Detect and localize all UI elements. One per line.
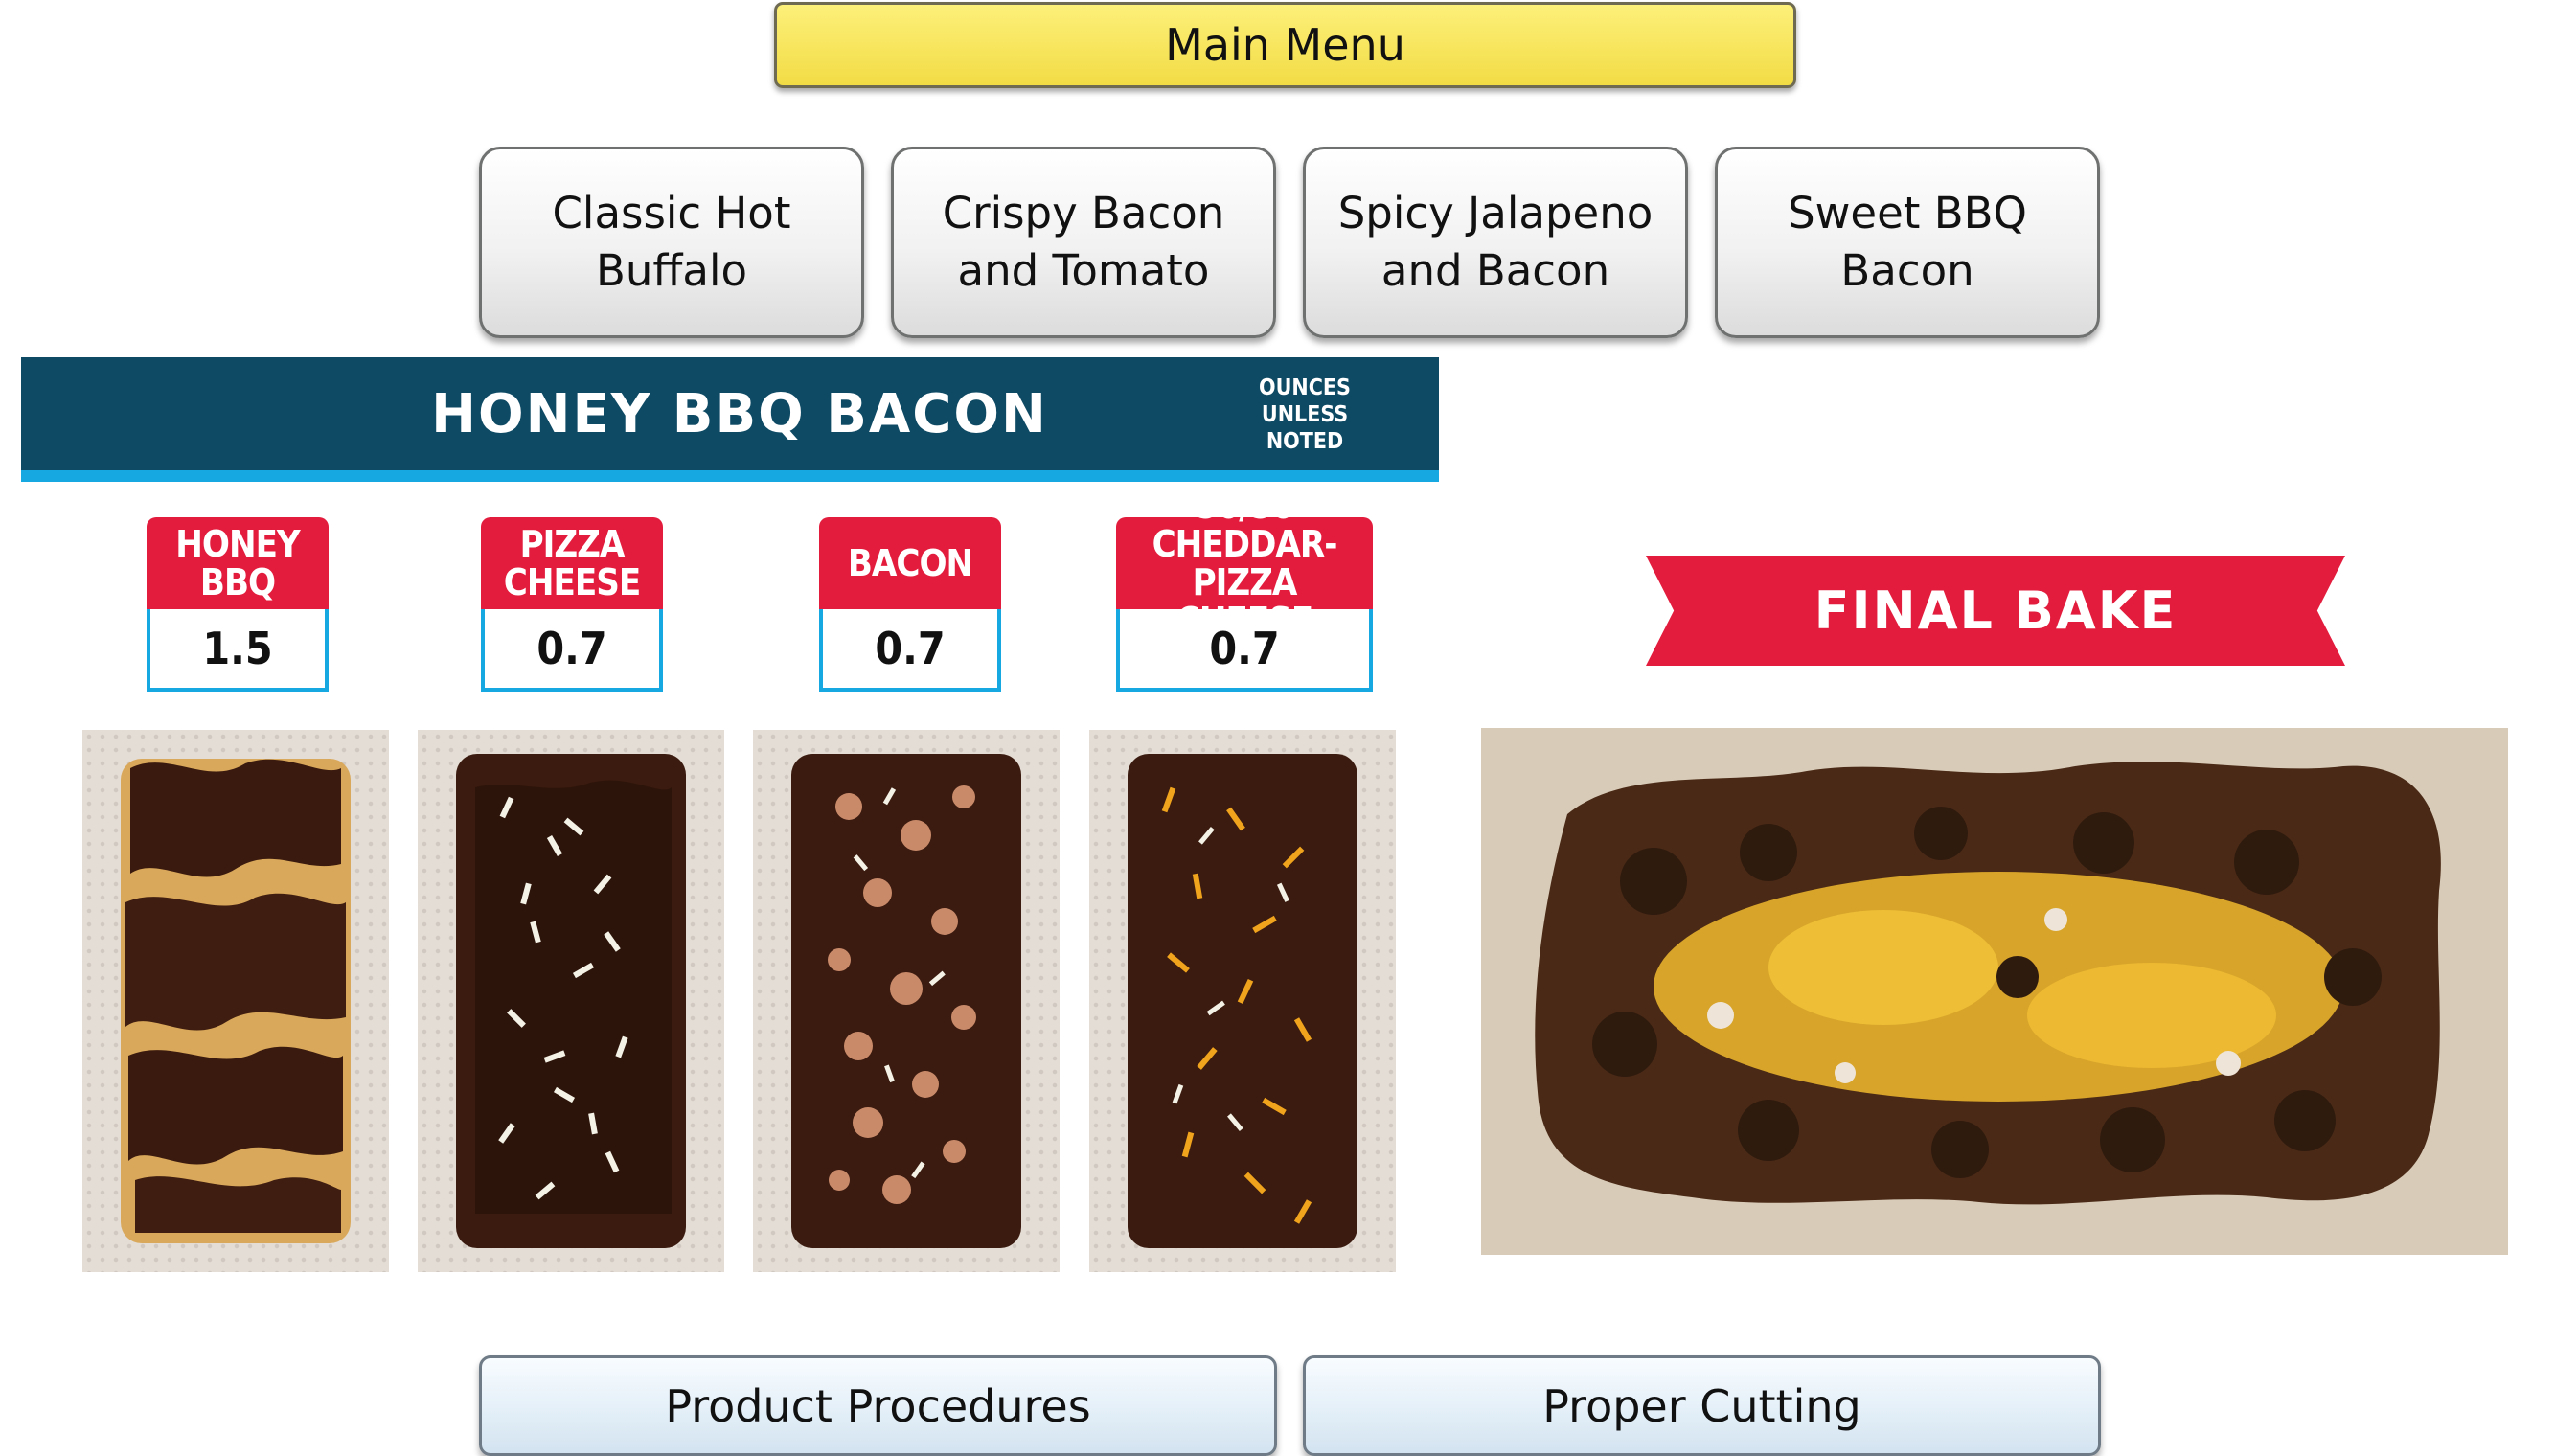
ingredient-tag-pizza-cheese: PIZZA CHEESE 0.7 <box>481 517 663 692</box>
ingredient-tag-cheddar-pizza-cheese: 50/50 CHEDDAR-PIZZA CHEESE 0.7 <box>1116 487 1373 692</box>
ingredient-amount: 1.5 <box>147 609 329 692</box>
product-procedures-button[interactable]: Product Procedures <box>479 1355 1277 1456</box>
step-photo-honey-bbq <box>82 730 389 1272</box>
recipe-button-classic-hot-buffalo[interactable]: Classic Hot Buffalo <box>479 147 864 338</box>
step-photo-cheddar-cheese <box>1089 730 1396 1272</box>
final-bake-photo <box>1481 728 2508 1255</box>
units-note: OUNCES UNLESS NOTED <box>1259 375 1351 454</box>
recipe-button-spicy-jalapeno-bacon[interactable]: Spicy Jalapeno and Bacon <box>1303 147 1688 338</box>
recipe-button-crispy-bacon-tomato[interactable]: Crispy Bacon and Tomato <box>891 147 1276 338</box>
proper-cutting-button[interactable]: Proper Cutting <box>1303 1355 2101 1456</box>
recipe-header-bar: HONEY BBQ BACON OUNCES UNLESS NOTED <box>21 357 1439 482</box>
step-photo-bacon <box>753 730 1060 1272</box>
ingredient-tag-bacon: BACON 0.7 <box>819 517 1001 692</box>
final-bake-banner: FINAL BAKE <box>1646 556 2345 666</box>
ingredient-name: HONEY BBQ <box>147 517 329 609</box>
ingredient-name: PIZZA CHEESE <box>481 517 663 609</box>
main-menu-button[interactable]: Main Menu <box>774 2 1796 88</box>
ingredient-amount: 0.7 <box>481 609 663 692</box>
step-photo-pizza-cheese <box>418 730 724 1272</box>
ingredient-name: 50/50 CHEDDAR-PIZZA CHEESE <box>1116 487 1373 640</box>
ingredient-tag-honey-bbq: HONEY BBQ 1.5 <box>147 517 329 692</box>
ingredient-name: BACON <box>819 517 1001 609</box>
recipe-button-sweet-bbq-bacon[interactable]: Sweet BBQ Bacon <box>1715 147 2100 338</box>
ingredient-amount: 0.7 <box>819 609 1001 692</box>
